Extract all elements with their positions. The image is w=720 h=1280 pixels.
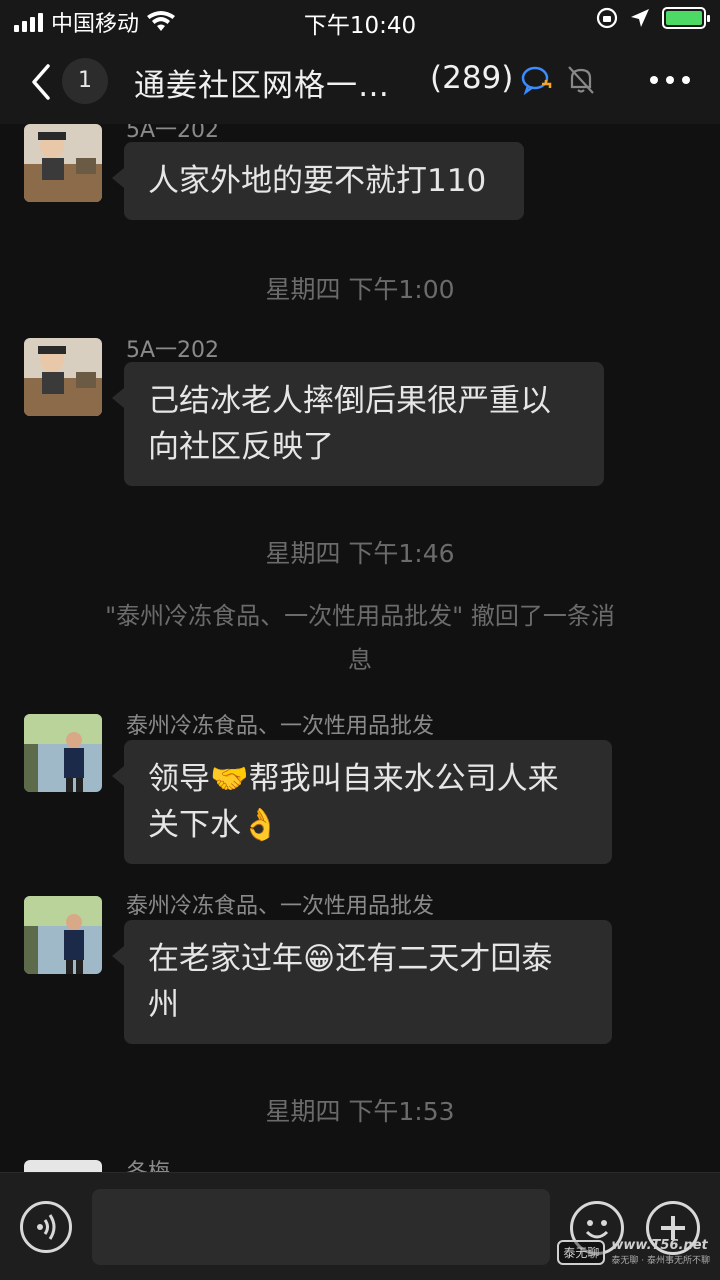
message-bubble[interactable]: 人家外地的要不就打110 <box>112 142 524 220</box>
message-text: 还有二天才回泰 <box>335 941 553 977</box>
time-divider: 星期四 下午1:00 <box>265 275 455 304</box>
message-text: 领导 <box>148 761 210 797</box>
message-bubble[interactable]: 在老家过年😁还有二天才回泰 州 <box>112 920 612 1044</box>
ok-hand-emoji: 👌 <box>241 807 280 843</box>
message-line: 向社区反映了 <box>148 429 334 465</box>
message-line: 在老家过年😁还有二天才回泰 <box>148 936 588 982</box>
header-status-icons <box>520 64 596 96</box>
system-line: "泰州冷冻食品、一次性用品批发" 撤回了一条消 <box>105 602 615 630</box>
time-divider: 星期四 下午1:46 <box>265 539 455 568</box>
message-line: 己结冰老人摔倒后果很严重以 <box>148 383 551 419</box>
sender-name: 泰州冷冻食品、一次性用品批发 <box>126 714 435 739</box>
avatar[interactable] <box>24 896 102 974</box>
watermark-logo: 泰无聊 <box>557 1239 606 1265</box>
watermark-sub: 泰无聊 · 泰州事无所不聊 <box>611 1256 710 1266</box>
grin-emoji: 😁 <box>303 941 336 977</box>
avatar-image <box>24 338 102 416</box>
unread-badge[interactable]: 1 <box>62 58 108 104</box>
group-title: 通姜社区网格一… <box>134 68 390 104</box>
message-text: 关下水 <box>148 807 241 843</box>
message-bubble[interactable]: 己结冰老人摔倒后果很严重以 向社区反映了 <box>112 362 604 486</box>
message-line: 州 <box>148 987 179 1023</box>
handshake-emoji: 🤝 <box>210 761 249 797</box>
watermark: 泰无聊 www.T56.net 泰无聊 · 泰州事无所不聊 <box>557 1238 710 1266</box>
status-right <box>596 7 710 29</box>
avatar-image <box>24 714 102 792</box>
message-text: 人家外地的要不就打110 <box>148 163 487 199</box>
sender-name: 5A一202 <box>126 338 220 363</box>
avatar-image <box>24 896 102 974</box>
input-bar: 泰无聊 www.T56.net 泰无聊 · 泰州事无所不聊 <box>0 1172 720 1280</box>
rotation-lock-icon <box>596 7 618 29</box>
time-divider: 星期四 下午1:53 <box>265 1097 455 1126</box>
avatar[interactable] <box>24 338 102 416</box>
avatar[interactable] <box>24 124 102 202</box>
watermark-texts: www.T56.net 泰无聊 · 泰州事无所不聊 <box>611 1238 710 1266</box>
recall-notice: "泰州冷冻食品、一次性用品批发" 撤回了一条消 息 <box>60 594 660 682</box>
member-count: (289) <box>430 60 514 96</box>
location-icon <box>631 9 649 27</box>
avatar[interactable] <box>24 714 102 792</box>
sender-name: 冬梅 <box>126 1154 170 1172</box>
status-bar: 中国移动 下午10:40 <box>0 0 720 40</box>
message-text: 帮我叫自来水公司人来 <box>248 761 559 797</box>
avatar[interactable] <box>24 1160 102 1172</box>
sender-name: 泰州冷冻食品、一次性用品批发 <box>126 894 435 919</box>
chat-bubble-icon <box>521 66 552 96</box>
message-bubble[interactable]: 领导🤝帮我叫自来水公司人来 关下水👌 <box>112 740 612 864</box>
voice-icon <box>37 1214 56 1240</box>
message-line: 领导🤝帮我叫自来水公司人来 <box>148 756 588 802</box>
mute-bell-icon <box>568 66 594 94</box>
sender-name: 5A一202 <box>126 124 220 143</box>
chat-header: 1 通姜社区网格一… (289) <box>0 40 720 124</box>
back-arrow-icon[interactable] <box>22 60 62 104</box>
watermark-site: www.T56.net <box>611 1238 708 1253</box>
avatar-image <box>24 124 102 202</box>
system-line: 息 <box>348 646 372 674</box>
chat-messages: 5A一202 人家外地的要不就打110 星期四 下午1:00 5A一202 己结… <box>0 124 720 1172</box>
battery-icon <box>662 7 710 29</box>
more-options-icon[interactable] <box>650 76 690 84</box>
message-input[interactable] <box>92 1189 550 1265</box>
message-line: 关下水👌 <box>148 802 588 848</box>
voice-input-button[interactable] <box>20 1201 72 1253</box>
message-text: 在老家过年 <box>148 941 303 977</box>
